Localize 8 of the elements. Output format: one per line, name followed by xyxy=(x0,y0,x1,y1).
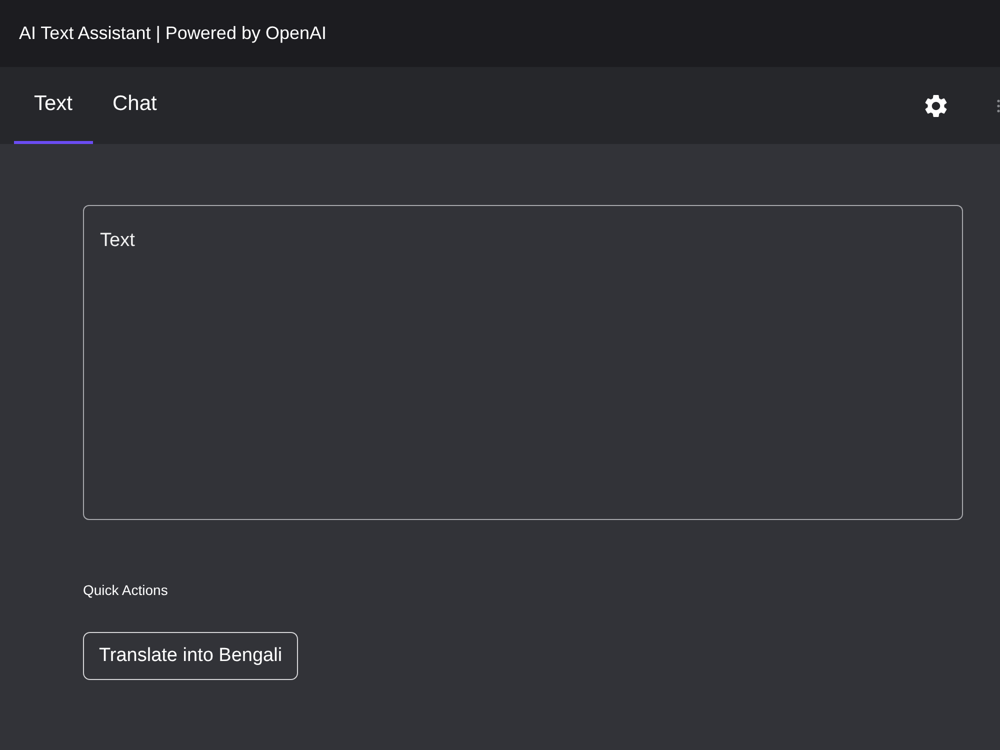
tab[interactable]: Chat xyxy=(92,67,177,144)
more-dots-icon[interactable] xyxy=(997,98,1000,112)
app-title: AI Text Assistant | Powered by OpenAI xyxy=(19,23,327,44)
quick-actions-heading: Quick Actions xyxy=(83,582,168,598)
quick-action-button[interactable]: Translate into Bengali xyxy=(83,632,298,680)
tab[interactable]: Text xyxy=(14,67,93,144)
settings-icon[interactable] xyxy=(925,94,947,116)
text-input-field[interactable]: Text xyxy=(83,205,963,520)
